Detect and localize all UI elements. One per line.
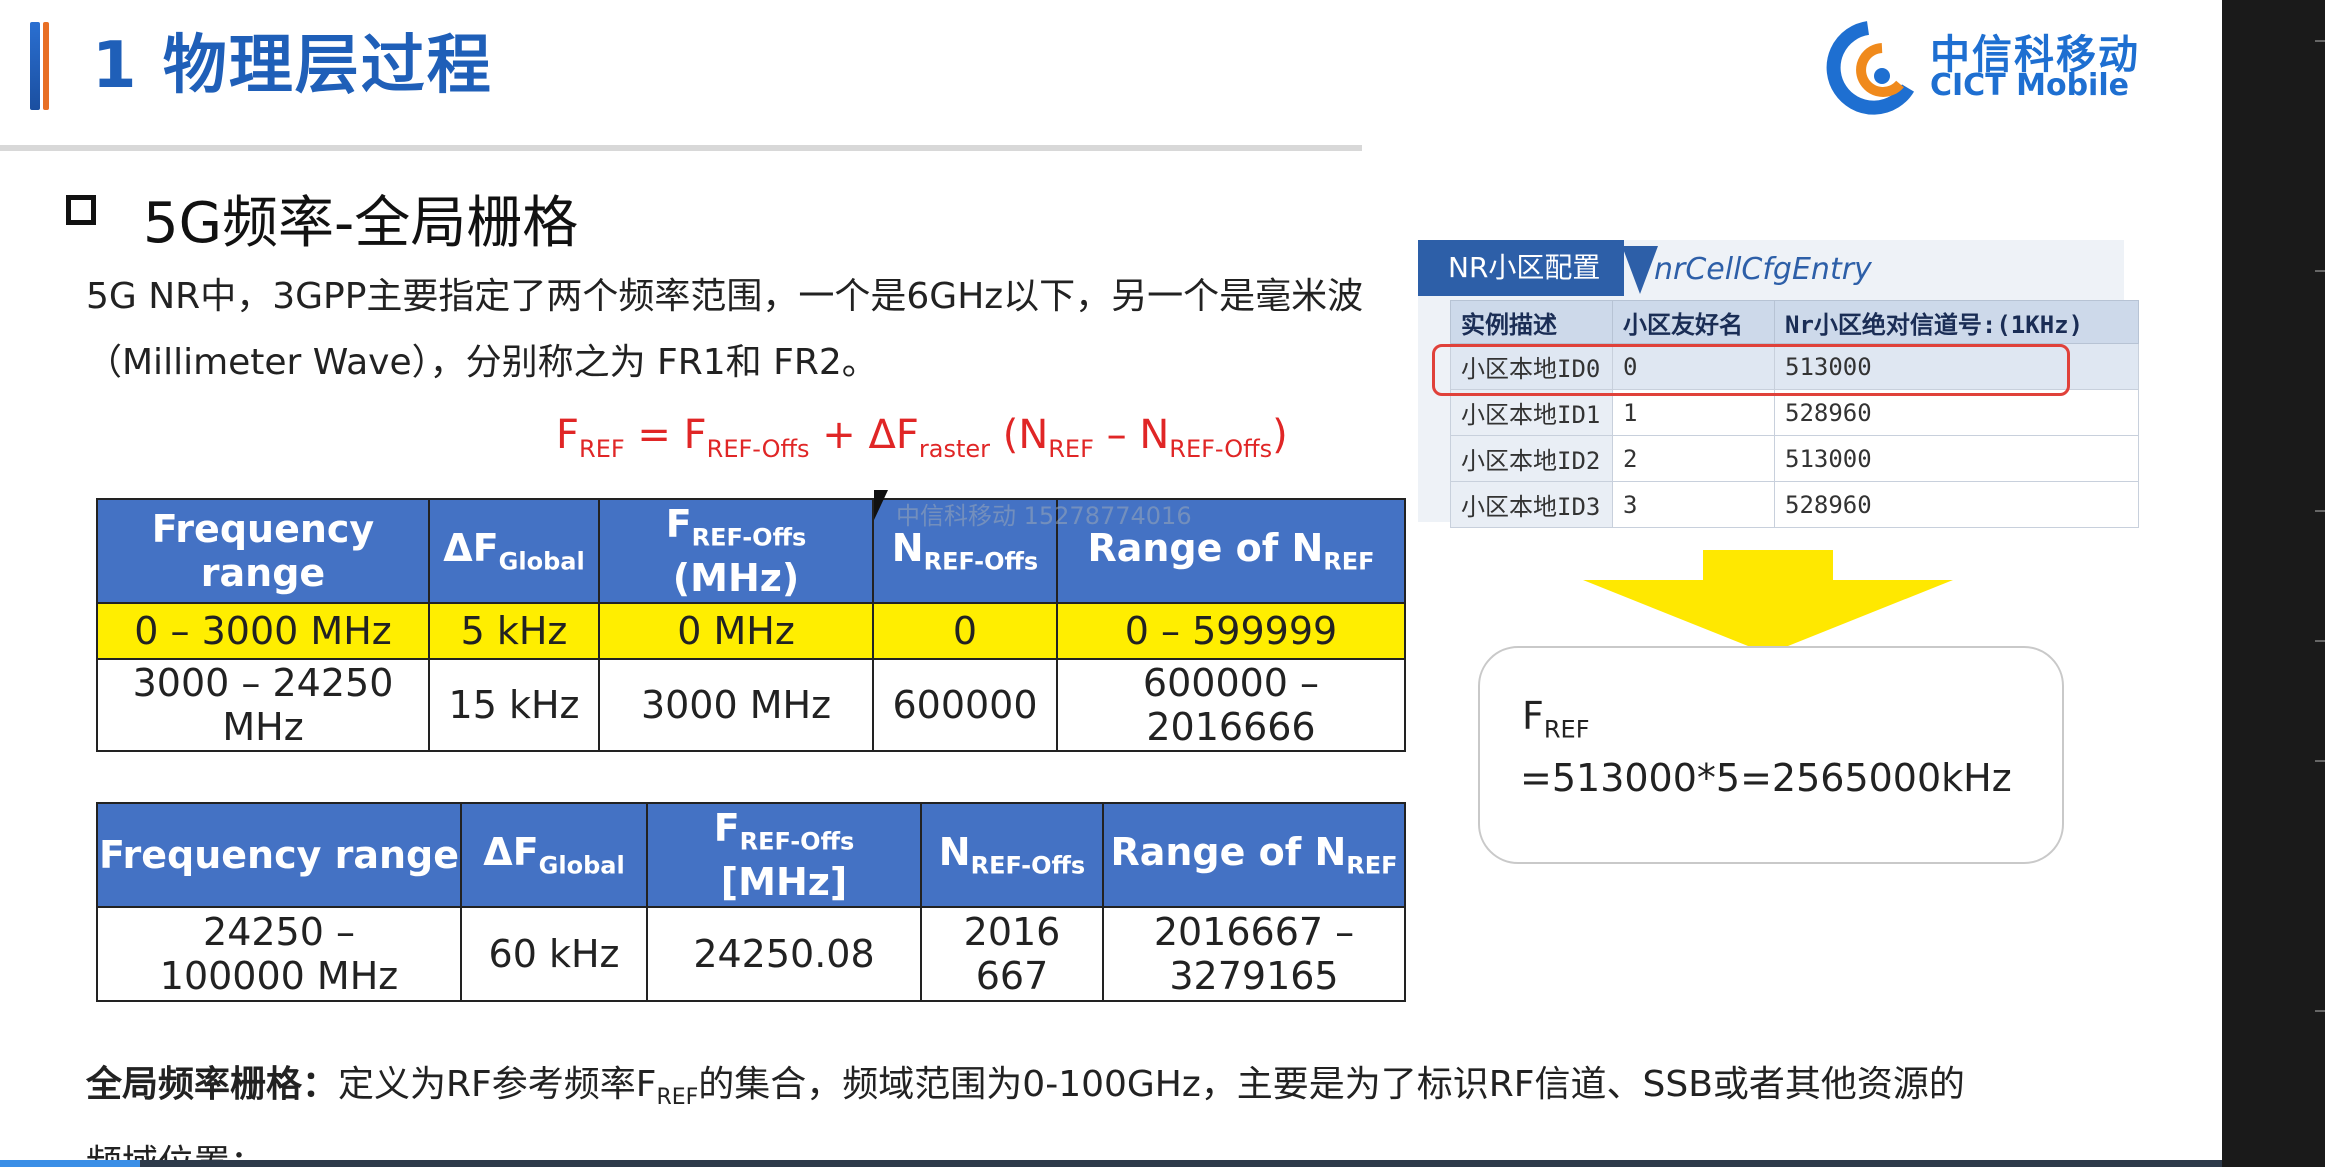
grid-cell[interactable]: 513000 xyxy=(1774,435,2139,482)
grid-cell[interactable]: 528960 xyxy=(1774,389,2139,436)
col-frequency-range: Frequency range xyxy=(96,802,462,908)
cell: 0 – 3000 MHz xyxy=(96,602,430,660)
intro-paragraph: 5G NR中，3GPP主要指定了两个频率范围，一个是6GHz以下，另一个是毫米波… xyxy=(86,276,1364,383)
grid-cell[interactable]: 2 xyxy=(1612,435,1775,482)
col-range-nref: Range of NREF xyxy=(1102,802,1406,908)
side-tick xyxy=(2315,760,2325,762)
mouse-cursor-icon xyxy=(874,490,888,520)
table-row: 24250 – 100000 MHz 60 kHz 24250.08 20166… xyxy=(96,906,1406,1002)
fr1-raster-table: Frequency range ΔFGlobal FREF-Offs (MHz) … xyxy=(96,498,1406,752)
title-divider xyxy=(0,145,1362,151)
side-tick xyxy=(2315,1010,2325,1012)
table-row: 3000 – 24250 MHz 15 kHz 3000 MHz 600000 … xyxy=(96,658,1406,752)
grid-cell[interactable]: 528960 xyxy=(1774,481,2139,528)
col-fref-offs: FREF-Offs [MHz] xyxy=(646,802,922,908)
cell: 0 MHz xyxy=(598,602,874,660)
title-accent-bar xyxy=(30,22,40,110)
callout-calc: =513000*5=2565000kHz xyxy=(1520,756,2012,800)
cell: 0 – 599999 xyxy=(1056,602,1406,660)
grid-row[interactable]: 小区本地ID2 2 513000 xyxy=(1450,435,2139,482)
table-row: 0 – 3000 MHz 5 kHz 0 MHz 0 0 – 599999 xyxy=(96,602,1406,660)
nr-cell-config-grid: 实例描述 小区友好名 Nr小区绝对信道号:(1KHz) 小区本地ID0 0 51… xyxy=(1450,300,2139,528)
grid-cell[interactable]: 小区本地ID1 xyxy=(1450,389,1613,436)
selection-highlight xyxy=(1432,344,2070,396)
grid-row[interactable]: 小区本地ID3 3 528960 xyxy=(1450,481,2139,528)
cell: 2016667 – 3279165 xyxy=(1102,906,1406,1002)
grid-cell[interactable]: 小区本地ID3 xyxy=(1450,481,1613,528)
title-accent-bar-orange xyxy=(43,22,49,110)
cell: 3000 MHz xyxy=(598,658,874,752)
cell: 60 kHz xyxy=(460,906,648,1002)
cell: 5 kHz xyxy=(428,602,600,660)
down-arrow-icon xyxy=(1583,550,1953,654)
cell: 0 xyxy=(872,602,1058,660)
side-tick xyxy=(2315,40,2325,42)
grid-cell[interactable]: 小区本地ID2 xyxy=(1450,435,1613,482)
cell: 600000 – 2016666 xyxy=(1056,658,1406,752)
cell: 24250.08 xyxy=(646,906,922,1002)
side-tick xyxy=(2315,640,2325,642)
grid-col-instance[interactable]: 实例描述 xyxy=(1450,300,1613,344)
fr2-raster-table: Frequency range ΔFGlobal FREF-Offs [MHz] … xyxy=(96,802,1406,1002)
grid-row[interactable]: 小区本地ID1 1 528960 xyxy=(1450,389,2139,436)
tab-arrow-icon xyxy=(1622,246,1658,294)
cell: 3000 – 24250 MHz xyxy=(96,658,430,752)
logo-text-en: CICT Mobile xyxy=(1930,68,2129,103)
col-nref-offs: NREF-Offs xyxy=(920,802,1104,908)
col-frequency-range: Frequency range xyxy=(96,498,430,604)
side-tick xyxy=(2315,270,2325,272)
col-fref-offs: FREF-Offs (MHz) xyxy=(598,498,874,604)
grid-col-arfcn[interactable]: Nr小区绝对信道号:(1KHz) xyxy=(1774,300,2139,344)
grid-cell[interactable]: 3 xyxy=(1612,481,1775,528)
side-panel xyxy=(2222,0,2325,1167)
global-raster-definition: 全局频率栅格：定义为RF参考频率FREF的集合，频域范围为0-100GHz，主要… xyxy=(86,1064,1965,1167)
section-title: 5G频率-全局栅格 xyxy=(143,191,579,256)
fref-formula: FREF = FREF-Offs + ΔFraster (NREF – NREF… xyxy=(556,412,1288,463)
fref-callout: FREF =513000*5=2565000kHz xyxy=(1478,646,2064,864)
cell: 24250 – 100000 MHz xyxy=(96,906,462,1002)
side-tick xyxy=(2315,510,2325,512)
tab-nr-cell-config[interactable]: NR小区配置 xyxy=(1418,240,1624,296)
entry-name: nrCellCfgEntry xyxy=(1654,252,1872,287)
page-title: 1 物理层过程 xyxy=(92,29,493,103)
section-bullet-icon xyxy=(66,195,96,225)
slide: 1 物理层过程 中信科移动 CICT Mobile 5G频率-全局栅格 5G N… xyxy=(0,0,2222,1167)
watermark: 中信科移动 15278774016 xyxy=(896,502,1192,530)
video-progress-bar[interactable] xyxy=(0,1160,2222,1167)
col-delta-f-global: ΔFGlobal xyxy=(460,802,648,908)
cell: 2016667 xyxy=(920,906,1104,1002)
progress-fill xyxy=(0,1160,140,1167)
cell: 15 kHz xyxy=(428,658,600,752)
col-delta-f-global: ΔFGlobal xyxy=(428,498,600,604)
grid-cell[interactable]: 1 xyxy=(1612,389,1775,436)
callout-label: FREF xyxy=(1522,694,1590,744)
cell: 600000 xyxy=(872,658,1058,752)
grid-col-friendly-name[interactable]: 小区友好名 xyxy=(1612,300,1775,344)
